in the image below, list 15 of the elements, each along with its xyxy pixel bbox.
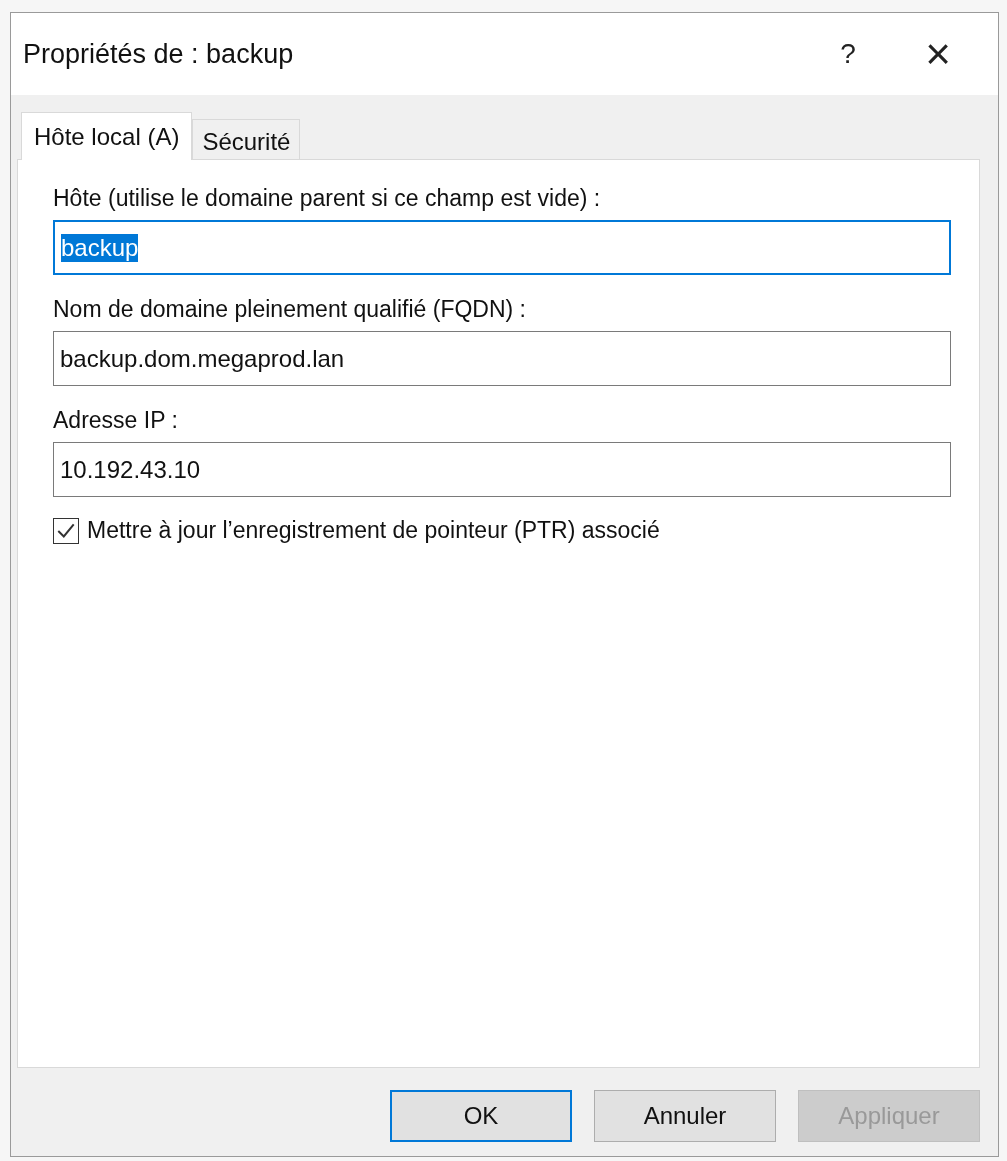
field-label: Nom de domaine pleinement qualifié (FQDN) :: [53, 295, 527, 323]
close-button[interactable]: ×: [888, 24, 988, 84]
field-label: Adresse IP :: [53, 406, 179, 434]
text-field[interactable]: 10.192.43.10: [53, 442, 951, 497]
tab[interactable]: Hôte local (A): [21, 112, 193, 160]
tab[interactable]: Sécurité: [192, 119, 301, 159]
text-field[interactable]: backup: [53, 220, 951, 275]
help-button[interactable]: ?: [808, 24, 888, 84]
checkbox[interactable]: [53, 517, 79, 544]
dialog-button[interactable]: Annuler: [594, 1090, 776, 1142]
window-title: Propriétés de : backup: [23, 38, 295, 70]
dialog-button[interactable]: OK: [390, 1090, 572, 1142]
text-field[interactable]: backup.dom.megaprod.lan: [53, 331, 951, 386]
field-label: Hôte (utilise le domaine parent si ce champ est vide) :: [53, 184, 602, 212]
checkbox-label[interactable]: Mettre à jour l’enregistrement de pointeur (PTR) associé: [87, 517, 660, 544]
